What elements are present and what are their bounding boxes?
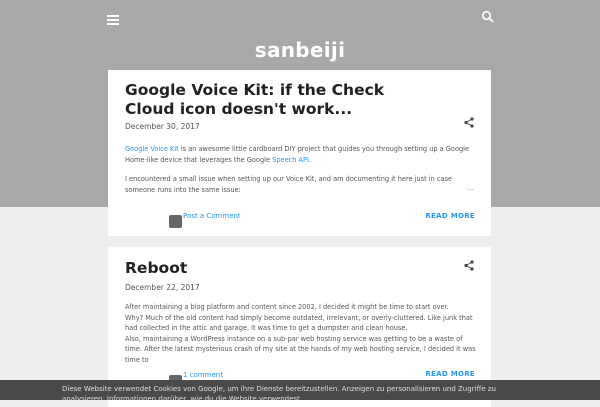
snippet-text: Why? Much of the old content had simply …	[125, 313, 473, 333]
read-more-link[interactable]: READ MORE	[425, 212, 475, 220]
snippet-text: Also, maintaining a WordPress instance o…	[125, 334, 476, 364]
post-comment-link[interactable]: 1 comment	[183, 371, 223, 379]
snippet-text: I encountered a small issue when setting…	[125, 175, 453, 194]
post-date[interactable]: December 22, 2017	[125, 283, 200, 292]
speech-api-link[interactable]: Speech API	[272, 156, 309, 164]
post-date[interactable]: December 30, 2017	[125, 122, 200, 131]
share-icon[interactable]	[464, 260, 474, 271]
snippet-text: After maintaining a blog platform and co…	[125, 303, 449, 311]
snippet-ellipsis: …	[467, 342, 474, 350]
search-icon[interactable]	[481, 10, 495, 24]
cookie-notice-text: Diese Website verwendet Cookies von Goog…	[62, 385, 496, 400]
post-snippet: After maintaining a blog platform and co…	[125, 302, 477, 366]
google-voice-kit-link[interactable]: Google Voice Kit	[125, 145, 179, 153]
post-snippet: Google Voice Kit is an awesome little ca…	[125, 144, 477, 195]
post-card: Google Voice Kit: if the Check Cloud ico…	[108, 70, 491, 236]
post-comment-link[interactable]: Post a Comment	[183, 212, 241, 220]
post-title[interactable]: Reboot	[125, 259, 187, 278]
snippet-ellipsis: …	[467, 184, 474, 192]
menu-icon[interactable]	[107, 15, 119, 26]
snippet-text: .	[308, 155, 312, 164]
comment-icon[interactable]	[169, 215, 182, 228]
post-title[interactable]: Google Voice Kit: if the Check Cloud ico…	[125, 81, 425, 119]
read-more-link[interactable]: READ MORE	[425, 370, 475, 378]
share-icon[interactable]	[464, 117, 474, 128]
blog-title[interactable]: sanbeiji	[0, 38, 600, 62]
cookie-notice-bar: Diese Website verwendet Cookies von Goog…	[0, 380, 600, 400]
